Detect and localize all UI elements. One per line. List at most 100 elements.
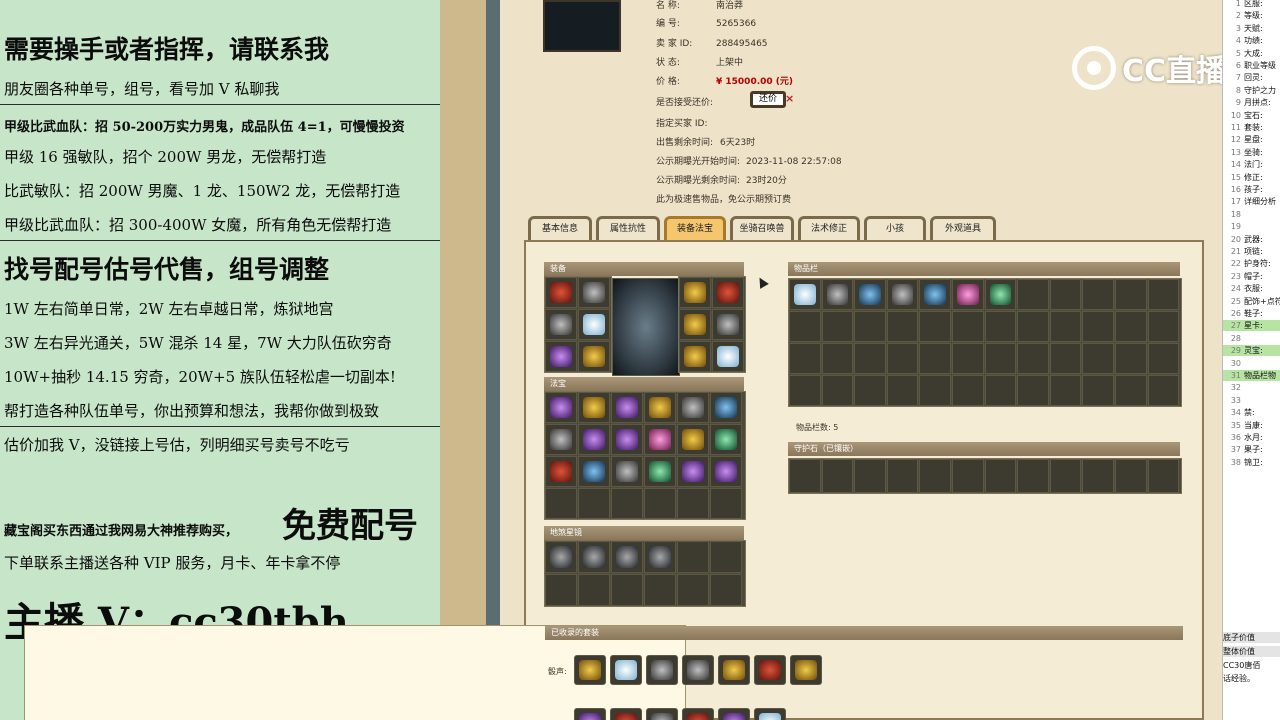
magic-slot[interactable]	[545, 456, 577, 487]
inventory-slot[interactable]	[854, 343, 886, 374]
magic-slot[interactable]	[677, 488, 709, 519]
inventory-slot[interactable]	[984, 343, 1017, 374]
guard-stone-slot[interactable]	[1147, 459, 1180, 493]
set-item-icon[interactable]	[610, 655, 642, 685]
set-item-icon[interactable]	[682, 708, 714, 720]
set-item-icon[interactable]	[574, 708, 606, 720]
magic-slot[interactable]	[644, 488, 676, 519]
magic-slot[interactable]	[677, 392, 709, 423]
spirit-slot[interactable]	[677, 541, 709, 573]
set-item-icon[interactable]	[646, 708, 678, 720]
magic-slot[interactable]	[710, 456, 742, 487]
inventory-slot[interactable]	[1017, 311, 1049, 342]
magic-slot[interactable]	[677, 456, 709, 487]
guard-stone-slot[interactable]	[919, 459, 951, 493]
inventory-slot[interactable]	[951, 343, 984, 374]
equipment-slot[interactable]	[545, 341, 577, 372]
inventory-slot[interactable]	[984, 279, 1017, 310]
inventory-slot[interactable]	[789, 279, 821, 310]
inventory-slot[interactable]	[821, 343, 854, 374]
inventory-slot[interactable]	[821, 375, 854, 406]
guard-stone-slot[interactable]	[951, 459, 984, 493]
equipment-slot[interactable]	[679, 277, 711, 308]
spirit-slot[interactable]	[545, 541, 577, 573]
spirit-slot[interactable]	[611, 574, 643, 606]
inventory-slot[interactable]	[919, 311, 951, 342]
spirit-slot[interactable]	[644, 541, 676, 573]
equipment-slot[interactable]	[545, 309, 577, 340]
inventory-slot[interactable]	[919, 375, 951, 406]
inventory-slot[interactable]	[951, 311, 984, 342]
inventory-slot[interactable]	[1049, 343, 1082, 374]
set-item-icon[interactable]	[682, 655, 714, 685]
magic-slot[interactable]	[710, 392, 742, 423]
guard-stone-slot[interactable]	[1082, 459, 1114, 493]
equipment-slot[interactable]	[545, 277, 577, 308]
inventory-slot[interactable]	[886, 343, 919, 374]
set-item-icon[interactable]	[610, 708, 642, 720]
inventory-slot[interactable]	[1114, 311, 1147, 342]
guard-stone-slot[interactable]	[984, 459, 1017, 493]
inventory-slot[interactable]	[789, 311, 821, 342]
guard-stone-slot[interactable]	[1049, 459, 1082, 493]
spirit-slot[interactable]	[611, 541, 643, 573]
inventory-slot[interactable]	[821, 311, 854, 342]
guard-stone-slot[interactable]	[789, 459, 821, 493]
equipment-slot[interactable]	[712, 341, 744, 372]
magic-slot[interactable]	[710, 424, 742, 455]
magic-slot[interactable]	[677, 424, 709, 455]
spirit-slot[interactable]	[578, 574, 610, 606]
spirit-slot[interactable]	[644, 574, 676, 606]
inventory-slot[interactable]	[789, 375, 821, 406]
inventory-slot[interactable]	[886, 375, 919, 406]
inventory-slot[interactable]	[951, 279, 984, 310]
close-icon[interactable]: ×	[785, 92, 794, 105]
guard-stone-slot[interactable]	[1114, 459, 1147, 493]
guard-stone-slot[interactable]	[821, 459, 854, 493]
set-item-icon[interactable]	[718, 708, 750, 720]
inventory-slot[interactable]	[854, 375, 886, 406]
magic-slot[interactable]	[578, 456, 610, 487]
magic-slot[interactable]	[611, 392, 643, 423]
set-item-icon[interactable]	[754, 655, 786, 685]
inventory-slot[interactable]	[886, 311, 919, 342]
magic-slot[interactable]	[545, 392, 577, 423]
inventory-slot[interactable]	[984, 311, 1017, 342]
inventory-slot[interactable]	[984, 375, 1017, 406]
spirit-slot[interactable]	[545, 574, 577, 606]
inventory-slot[interactable]	[886, 279, 919, 310]
set-item-icon[interactable]	[574, 655, 606, 685]
inventory-slot[interactable]	[1147, 279, 1180, 310]
magic-slot[interactable]	[611, 488, 643, 519]
inventory-slot[interactable]	[1147, 343, 1180, 374]
inventory-slot[interactable]	[1082, 375, 1114, 406]
inventory-slot[interactable]	[854, 311, 886, 342]
tab-appearance[interactable]: 外观道具	[930, 216, 996, 240]
magic-slot[interactable]	[578, 392, 610, 423]
inventory-slot[interactable]	[1017, 375, 1049, 406]
set-item-icon[interactable]	[754, 708, 786, 720]
guard-stone-slot[interactable]	[886, 459, 919, 493]
spirit-slot[interactable]	[710, 574, 742, 606]
magic-slot[interactable]	[545, 424, 577, 455]
inventory-slot[interactable]	[789, 343, 821, 374]
inventory-slot[interactable]	[854, 279, 886, 310]
equipment-slot[interactable]	[578, 341, 610, 372]
magic-slot[interactable]	[644, 392, 676, 423]
tab-attributes[interactable]: 属性抗性	[596, 216, 660, 240]
inventory-slot[interactable]	[1114, 343, 1147, 374]
magic-slot[interactable]	[578, 488, 610, 519]
inventory-slot[interactable]	[1082, 311, 1114, 342]
magic-slot[interactable]	[710, 488, 742, 519]
equipment-slot[interactable]	[679, 341, 711, 372]
inventory-slot[interactable]	[1049, 279, 1082, 310]
tab-basic-info[interactable]: 基本信息	[528, 216, 592, 240]
tab-child[interactable]: 小孩	[864, 216, 926, 240]
inventory-slot[interactable]	[1114, 375, 1147, 406]
magic-slot[interactable]	[644, 424, 676, 455]
inventory-slot[interactable]	[1017, 279, 1049, 310]
inventory-slot[interactable]	[821, 279, 854, 310]
inventory-slot[interactable]	[919, 279, 951, 310]
equipment-slot[interactable]	[578, 277, 610, 308]
set-item-icon[interactable]	[790, 655, 822, 685]
